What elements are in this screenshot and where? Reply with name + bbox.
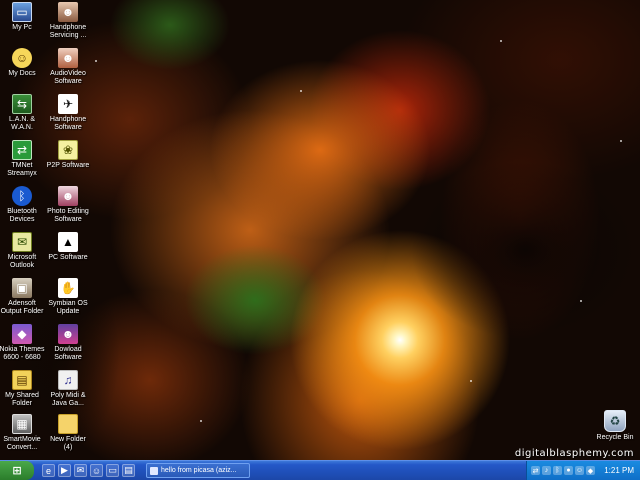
watermark-text: digitalblasphemy.com: [514, 448, 634, 459]
pc-software-icon: ▲: [58, 232, 78, 252]
antivirus-icon[interactable]: ●: [564, 466, 573, 475]
clock[interactable]: 1:21 PM: [604, 466, 634, 475]
quick-launch-bar: e ▶ ✉ ☺ ▭ ▤: [42, 464, 135, 478]
task-button-picasa[interactable]: hello from picasa (aziz...: [146, 463, 250, 478]
adensoft-output-folder-icon: ▣: [12, 278, 32, 298]
window-icon: [150, 466, 158, 475]
my-docs-icon: ☺: [12, 48, 32, 68]
bluetooth-devices-icon: ᛒ: [12, 186, 32, 206]
new-folder-4-icon: [58, 414, 78, 434]
desktop-icon-handphone-software[interactable]: ✈ Handphone Software: [40, 94, 96, 132]
handphone-servicing-icon: ☻: [58, 2, 78, 22]
desktop-icon-symbian-os-update[interactable]: ✋ Symbian OS Update: [40, 278, 96, 316]
poly-midi-java-icon: ♫: [58, 370, 78, 390]
nokia-themes-icon: ◆: [12, 324, 32, 344]
network-icon[interactable]: ⇄: [531, 466, 540, 475]
task-button-label: hello from picasa (aziz...: [161, 467, 237, 474]
messenger-icon[interactable]: ☺: [90, 464, 103, 477]
desktop-icon-new-folder-4[interactable]: New Folder (4): [40, 414, 96, 452]
desktop-icon-recycle-bin[interactable]: ♻ Recycle Bin: [587, 410, 640, 442]
desktop-icon[interactable]: ▭: [106, 464, 119, 477]
microsoft-outlook-icon: ✉: [12, 232, 32, 252]
symbian-os-update-icon: ✋: [58, 278, 78, 298]
desktop-wallpaper: [0, 0, 640, 460]
photo-editing-software-icon: ☻: [58, 186, 78, 206]
start-button[interactable]: ⊞: [0, 461, 34, 480]
bluetooth-icon[interactable]: ᛒ: [553, 466, 562, 475]
tmnet-streamyx-icon: ⇄: [12, 140, 32, 160]
system-tray: ⇄ ♪ ᛒ ● ☺ ◆ 1:21 PM: [526, 461, 640, 480]
lan-wan-icon: ⇆: [12, 94, 32, 114]
explorer-icon[interactable]: ▤: [122, 464, 135, 477]
tray-messenger-icon[interactable]: ☺: [575, 466, 584, 475]
audiovideo-software-icon: ☻: [58, 48, 78, 68]
desktop-icon-dowload-software[interactable]: ☻ Dowload Software: [40, 324, 96, 362]
recycle-bin-icon: ♻: [604, 410, 626, 432]
volume-icon[interactable]: ♪: [542, 466, 551, 475]
p2p-software-icon: ❀: [58, 140, 78, 160]
desktop-icon-p2p-software[interactable]: ❀ P2P Software: [40, 140, 96, 170]
desktop-icon-pc-software[interactable]: ▲ PC Software: [40, 232, 96, 262]
taskbar: ⊞ e ▶ ✉ ☺ ▭ ▤ hello from picasa (aziz...…: [0, 460, 640, 480]
desktop-icon-handphone-servicing[interactable]: ☻ Handphone Servicing ...: [40, 2, 96, 40]
media-player-icon[interactable]: ▶: [58, 464, 71, 477]
my-shared-folder-icon: ▤: [12, 370, 32, 390]
dowload-software-icon: ☻: [58, 324, 78, 344]
security-icon[interactable]: ◆: [586, 466, 595, 475]
desktop-icon-photo-editing-software[interactable]: ☻ Photo Editing Software: [40, 186, 96, 224]
desktop-icon-poly-midi-java[interactable]: ♫ Poly Midi & Java Ga...: [40, 370, 96, 408]
my-pc-icon: ▭: [12, 2, 32, 22]
outlook-icon[interactable]: ✉: [74, 464, 87, 477]
ie-icon[interactable]: e: [42, 464, 55, 477]
handphone-software-icon: ✈: [58, 94, 78, 114]
desktop-icon-audiovideo-software[interactable]: ☻ AudioVideo Software: [40, 48, 96, 86]
smartmovie-convert-icon: ▦: [12, 414, 32, 434]
windows-logo-icon: ⊞: [12, 465, 22, 477]
